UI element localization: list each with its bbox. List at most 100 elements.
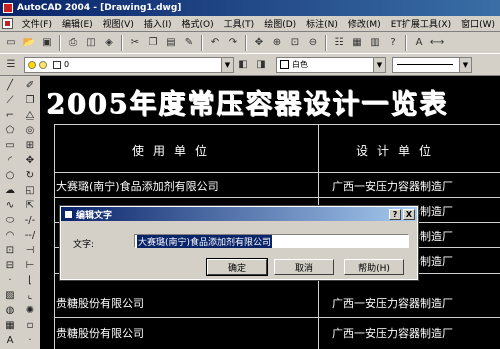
- table-line: [54, 197, 500, 198]
- row5-design-unit[interactable]: 广西一安压力容器制造厂: [332, 295, 453, 311]
- paste-icon[interactable]: ▤: [163, 35, 179, 51]
- autocad-app-icon: [3, 3, 13, 13]
- table-icon[interactable]: ▦: [0, 318, 20, 333]
- menu-file[interactable]: 文件(F): [17, 17, 57, 30]
- construction-line-icon[interactable]: ⟋: [0, 93, 20, 108]
- row1-design-unit[interactable]: 广西一安压力容器制造厂: [332, 178, 453, 194]
- menu-draw[interactable]: 绘图(D): [259, 17, 301, 30]
- properties-icon[interactable]: ☷: [331, 35, 347, 51]
- text-input[interactable]: 大赛璐(南宁)食品添加剂有限公司: [134, 234, 409, 248]
- extend-icon[interactable]: --/: [20, 228, 40, 243]
- row6-design-unit[interactable]: 广西一安压力容器制造厂: [332, 325, 453, 341]
- menu-insert[interactable]: 插入(I): [139, 17, 177, 30]
- dialog-title-bar[interactable]: 编辑文字 ? X: [61, 207, 417, 221]
- cut-icon[interactable]: ✂: [127, 35, 143, 51]
- ellipse-icon[interactable]: ⬭: [0, 213, 20, 228]
- chamfer-icon[interactable]: ⌊: [20, 273, 40, 288]
- array-icon[interactable]: ⊞: [20, 138, 40, 153]
- break-icon[interactable]: ⊢: [20, 258, 40, 273]
- header-design-unit[interactable]: 设计单位: [356, 142, 440, 159]
- explode-icon[interactable]: ✺: [20, 303, 40, 318]
- copy-icon[interactable]: ❐: [145, 35, 161, 51]
- point-icon[interactable]: ·: [0, 273, 20, 288]
- arc-icon[interactable]: ◜: [0, 153, 20, 168]
- region-icon[interactable]: ◍: [0, 303, 20, 318]
- menu-view[interactable]: 视图(V): [98, 17, 139, 30]
- new-file-icon[interactable]: ▭: [3, 35, 19, 51]
- drawing-title[interactable]: 2005年度常压容器设计一览表: [46, 82, 448, 121]
- polygon-icon[interactable]: ⬠: [0, 123, 20, 138]
- chevron-down-icon[interactable]: ▼: [221, 57, 233, 72]
- zoom-previous-icon[interactable]: ⊖: [305, 35, 321, 51]
- row1-user-unit[interactable]: 大赛璐(南宁)食品添加剂有限公司: [56, 178, 219, 194]
- scale-icon[interactable]: ◱: [20, 183, 40, 198]
- layer-previous-icon[interactable]: ◨: [253, 57, 269, 73]
- row6-user-unit[interactable]: 贵糖股份有限公司: [56, 325, 144, 341]
- copy-object-icon[interactable]: ❐: [20, 93, 40, 108]
- spline-icon[interactable]: ∿: [0, 198, 20, 213]
- undo-icon[interactable]: ↶: [207, 35, 223, 51]
- chevron-down-icon[interactable]: ▼: [373, 57, 385, 72]
- offset-icon[interactable]: ◎: [20, 123, 40, 138]
- stretch-icon[interactable]: ⇱: [20, 198, 40, 213]
- redo-icon[interactable]: ↷: [225, 35, 241, 51]
- hatch-icon[interactable]: ▨: [0, 288, 20, 303]
- revision-cloud-icon[interactable]: ☁: [0, 183, 20, 198]
- menu-window[interactable]: 窗口(W): [456, 17, 500, 30]
- open-file-icon[interactable]: 📂: [21, 35, 37, 51]
- text-style-icon[interactable]: A: [411, 35, 427, 51]
- color-dropdown[interactable]: 白色 ▼: [276, 56, 386, 73]
- line-icon[interactable]: ╱: [0, 78, 20, 93]
- row5-user-unit[interactable]: 贵糖股份有限公司: [56, 295, 144, 311]
- break-at-point-icon[interactable]: ⊣: [20, 243, 40, 258]
- multiline-text-icon[interactable]: A: [0, 333, 20, 348]
- rotate-icon[interactable]: ↻: [20, 168, 40, 183]
- menu-dimension[interactable]: 标注(N): [301, 17, 343, 30]
- menu-express-tools[interactable]: ET扩展工具(X): [386, 17, 456, 30]
- cancel-button[interactable]: 取消: [274, 259, 334, 275]
- layer-on-icon: [28, 60, 36, 69]
- zoom-realtime-icon[interactable]: ⊕: [269, 35, 285, 51]
- ok-button[interactable]: 确定: [206, 258, 268, 276]
- insert-block-icon[interactable]: ⊡: [0, 243, 20, 258]
- menu-format[interactable]: 格式(O): [177, 17, 219, 30]
- save-icon[interactable]: ▣: [39, 35, 55, 51]
- rectangle-icon[interactable]: ▭: [0, 138, 20, 153]
- mirror-icon[interactable]: ⧋: [20, 108, 40, 123]
- tool-palettes-icon[interactable]: ▥: [367, 35, 383, 51]
- polyline-icon[interactable]: ⌐: [0, 108, 20, 123]
- edit-text-dialog: 编辑文字 ? X 文字: 大赛璐(南宁)食品添加剂有限公司 确定 取消 帮助(H…: [59, 205, 419, 281]
- move-icon[interactable]: ✥: [20, 153, 40, 168]
- dimension-style-icon[interactable]: ⟷: [429, 35, 445, 51]
- linetype-dropdown[interactable]: ▼: [392, 56, 472, 73]
- ellipse-arc-icon[interactable]: ◠: [0, 228, 20, 243]
- help-button[interactable]: ?: [389, 208, 401, 220]
- help-dialog-button[interactable]: 帮助(H): [344, 259, 404, 275]
- document-icon[interactable]: [2, 18, 13, 29]
- pan-icon[interactable]: ✥: [251, 35, 267, 51]
- publish-icon[interactable]: ◈: [101, 35, 117, 51]
- erase-icon[interactable]: ✐: [20, 78, 40, 93]
- print-preview-icon[interactable]: ◫: [83, 35, 99, 51]
- make-block-icon[interactable]: ⊟: [0, 258, 20, 273]
- menu-tools[interactable]: 工具(T): [219, 17, 260, 30]
- design-center-icon[interactable]: ▦: [349, 35, 365, 51]
- print-icon[interactable]: ⎙: [65, 35, 81, 51]
- match-properties-icon[interactable]: ✎: [181, 35, 197, 51]
- modify-extra-icon[interactable]: ▫: [20, 318, 40, 333]
- close-icon[interactable]: X: [403, 208, 415, 220]
- menu-modify[interactable]: 修改(M): [343, 17, 386, 30]
- window-title: AutoCAD 2004 - [Drawing1.dwg]: [17, 3, 182, 13]
- chevron-down-icon[interactable]: ▼: [459, 57, 471, 72]
- fillet-icon[interactable]: ⌞: [20, 288, 40, 303]
- header-user-unit[interactable]: 使用单位: [132, 142, 216, 159]
- layer-dropdown[interactable]: 0 ▼: [24, 56, 234, 73]
- layer-manager-icon[interactable]: ☰: [3, 57, 19, 73]
- menu-edit[interactable]: 编辑(E): [57, 17, 98, 30]
- trim-icon[interactable]: -/-: [20, 213, 40, 228]
- circle-icon[interactable]: ○: [0, 168, 20, 183]
- make-current-layer-icon[interactable]: ◧: [235, 57, 251, 73]
- help-icon[interactable]: ?: [385, 35, 401, 51]
- zoom-window-icon[interactable]: ⊡: [287, 35, 303, 51]
- modify-extra-icon-2[interactable]: ·: [20, 333, 40, 348]
